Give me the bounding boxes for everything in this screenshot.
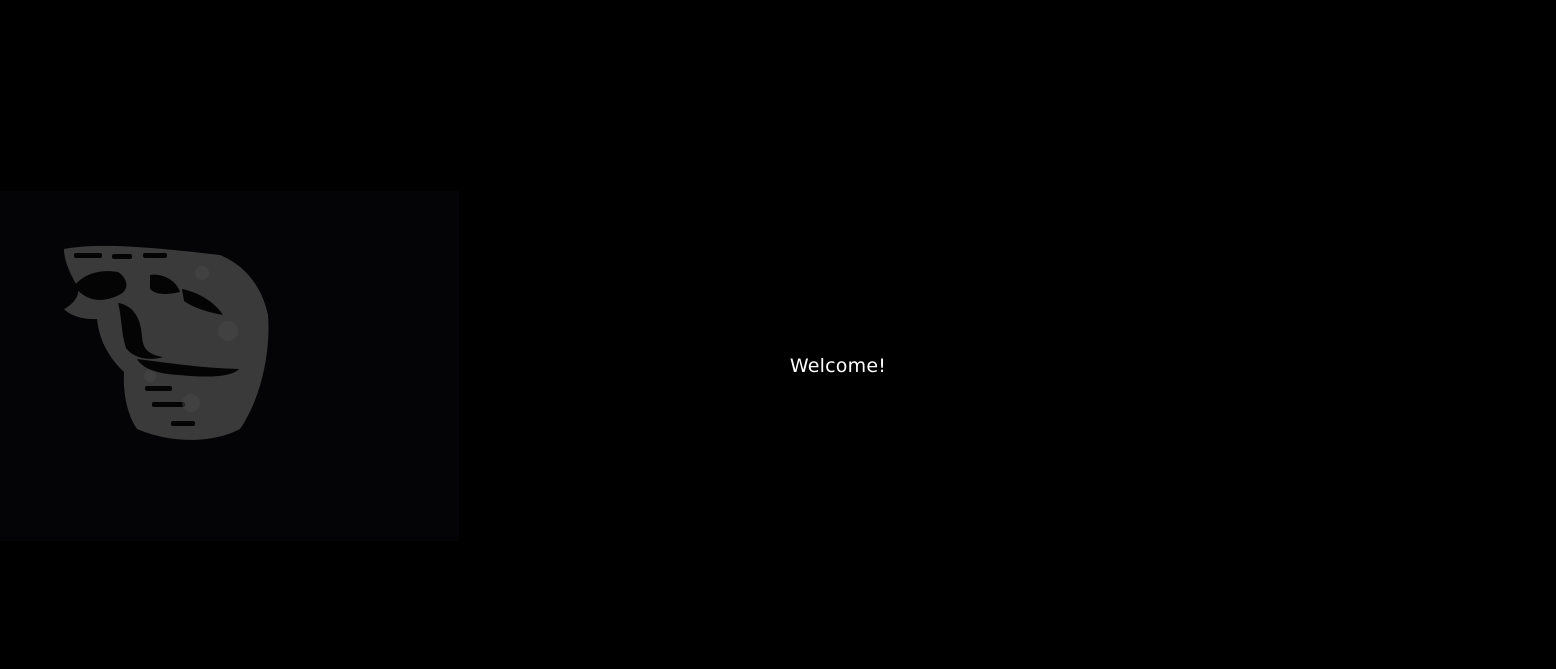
welcome-screen: Welcome!: [0, 0, 1556, 669]
welcome-message: Welcome!: [789, 355, 887, 377]
